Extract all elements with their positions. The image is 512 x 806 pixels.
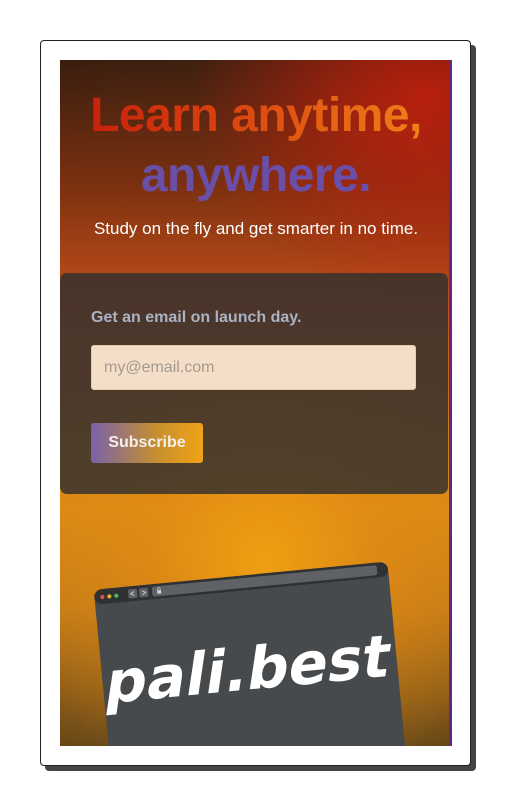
back-arrow-icon[interactable] — [127, 588, 138, 599]
hero-section: Learn anytime, anywhere. Study on the fl… — [60, 60, 452, 746]
browser-preview: pali.best — [94, 562, 407, 746]
browser-window: pali.best — [94, 562, 407, 746]
right-edge-border — [449, 60, 452, 746]
forward-arrow-icon[interactable] — [138, 587, 149, 598]
